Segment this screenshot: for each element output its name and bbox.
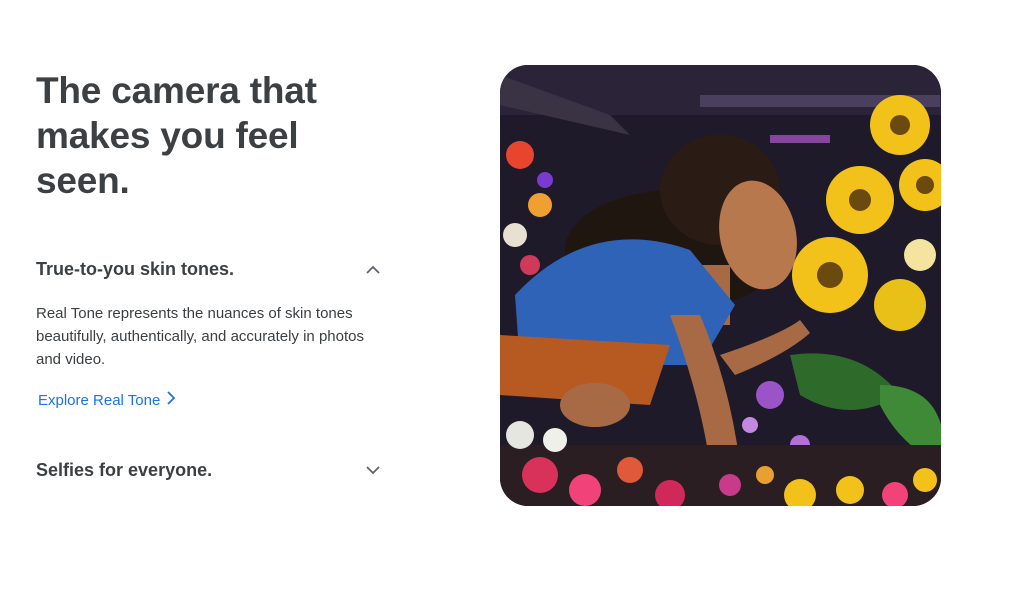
title-line-2: makes you feel	[36, 115, 299, 156]
hero-photo	[500, 65, 941, 506]
title-line-3: seen.	[36, 160, 130, 201]
accordion-body: Real Tone represents the nuances of skin…	[36, 305, 364, 368]
accordion-item-selfies: Selfies for everyone.	[36, 460, 386, 481]
accordion-item-skin-tones: True-to-you skin tones. Real Tone repres…	[36, 259, 386, 410]
feature-accordion: True-to-you skin tones. Real Tone repres…	[36, 259, 386, 481]
link-label: Explore Real Tone	[38, 391, 161, 409]
chevron-right-icon	[166, 391, 176, 409]
chevron-down-icon[interactable]	[365, 462, 381, 478]
chevron-up-icon[interactable]	[365, 262, 381, 278]
accordion-title: Selfies for everyone.	[36, 459, 213, 480]
title-line-1: The camera that	[36, 70, 317, 111]
page: The camera that makes you feel seen. Tru…	[0, 0, 1024, 594]
explore-real-tone-link[interactable]: Explore Real Tone	[38, 391, 176, 409]
accordion-header-skin-tones[interactable]: True-to-you skin tones.	[36, 259, 381, 280]
accordion-title: True-to-you skin tones.	[36, 259, 235, 279]
accordion-header-selfies[interactable]: Selfies for everyone.	[36, 460, 381, 481]
page-title: The camera that makes you feel seen.	[36, 68, 386, 203]
feature-panel: The camera that makes you feel seen. Tru…	[36, 68, 386, 481]
